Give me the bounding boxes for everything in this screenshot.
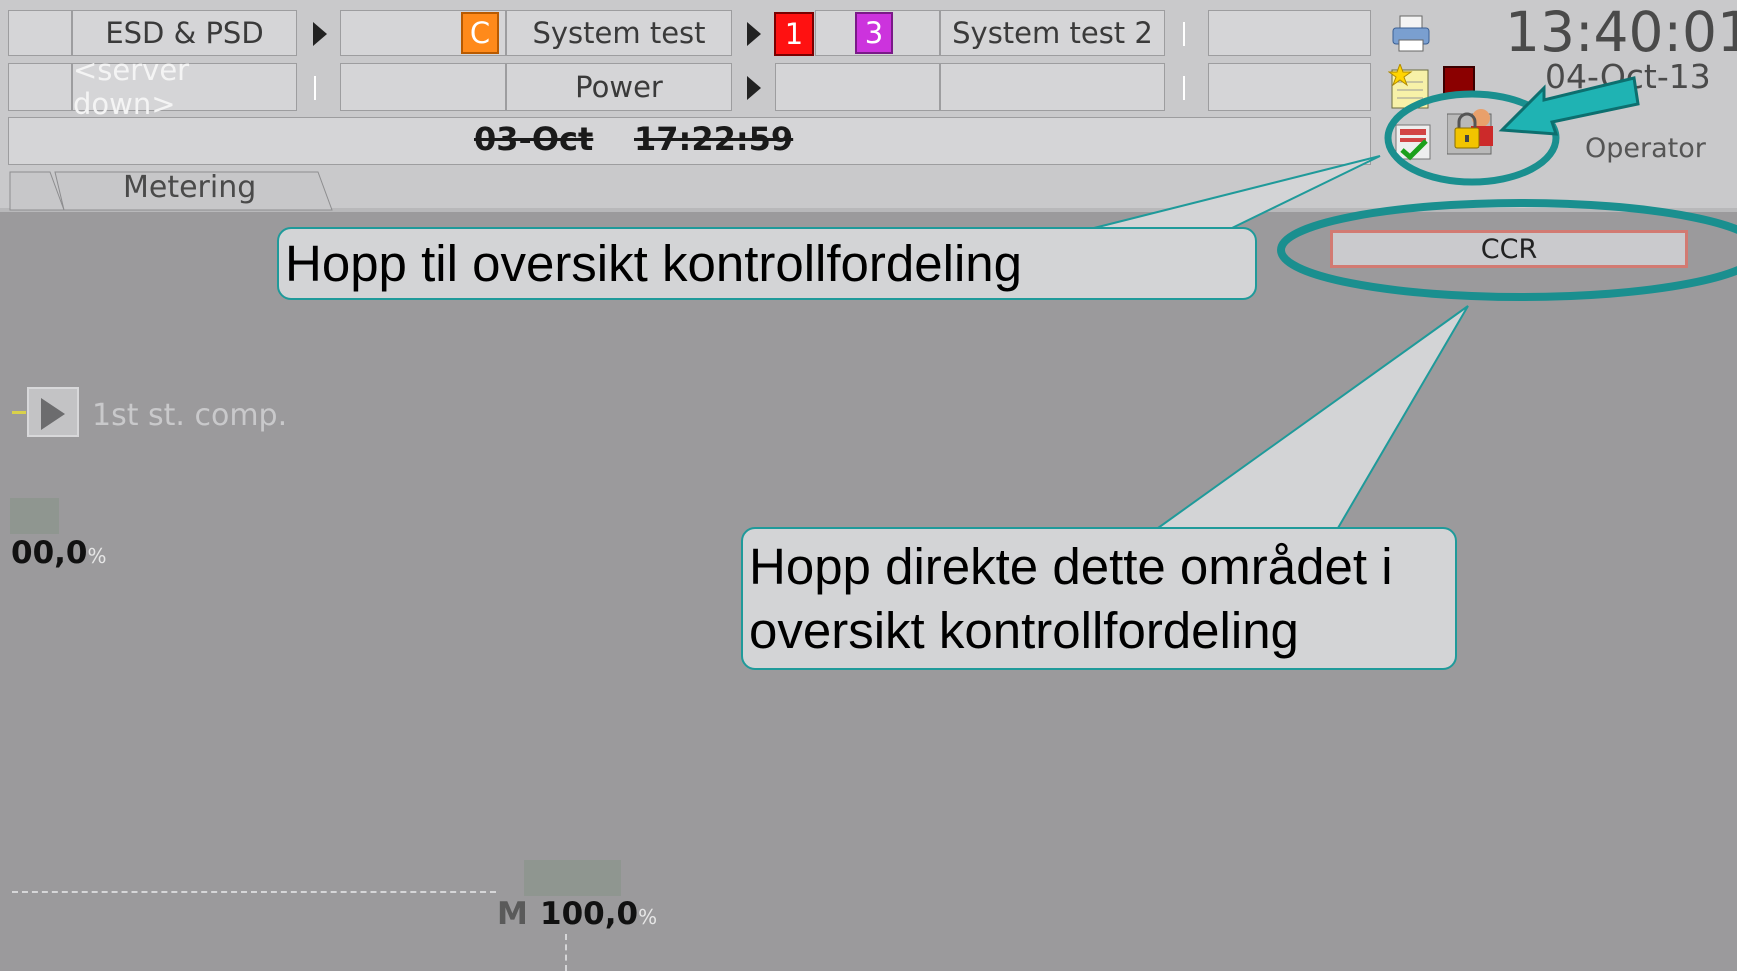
highlight-ellipse-ccr bbox=[1277, 199, 1737, 301]
annotation-overlay bbox=[1093, 76, 1737, 529]
callout-top-text: Hopp til oversikt kontrollfordeling bbox=[285, 235, 1023, 292]
callout-top: Hopp til oversikt kontrollfordeling bbox=[277, 227, 1257, 300]
callout-bottom-line2: oversikt kontrollfordeling bbox=[749, 602, 1299, 659]
callout-bottom-tail bbox=[1154, 305, 1469, 529]
callout-bottom-line1: Hopp direkte dette området i bbox=[749, 538, 1393, 595]
callout-bottom: Hopp direkte dette området i oversikt ko… bbox=[741, 527, 1457, 670]
